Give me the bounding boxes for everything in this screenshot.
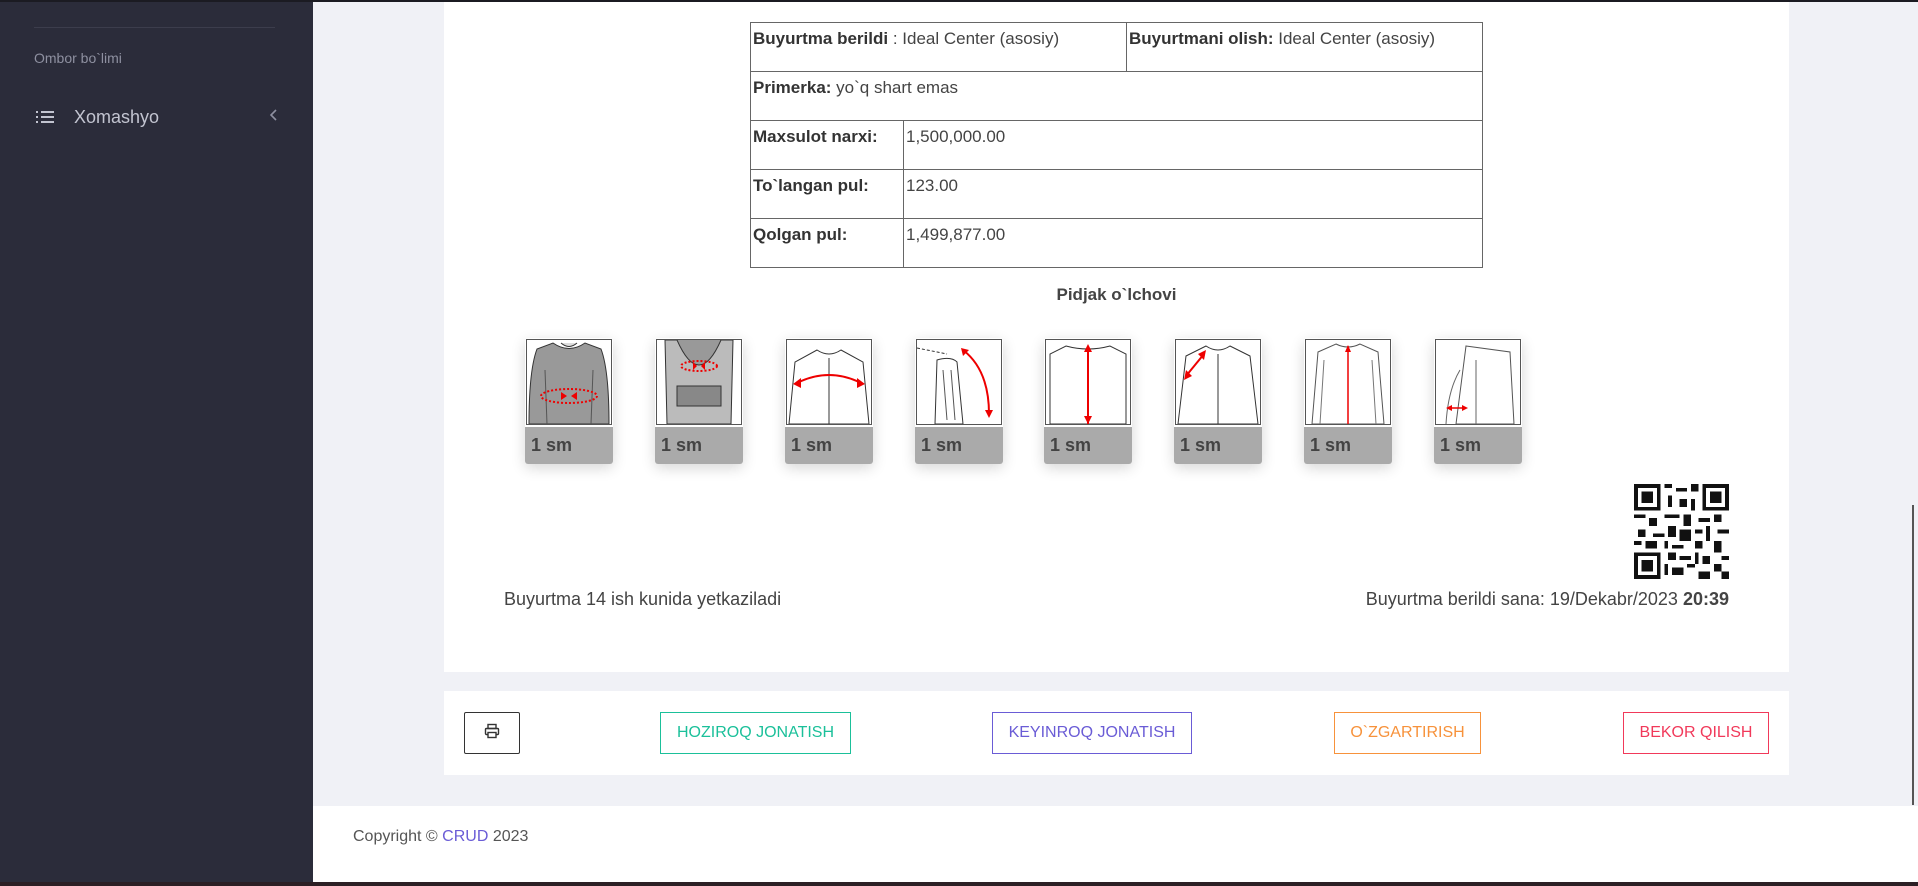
chest-measure-icon xyxy=(526,339,612,425)
price-label: Maxsulot narxi: xyxy=(753,127,878,146)
measurement-card-sleeve-width: 1 sm xyxy=(1434,338,1522,464)
price-label-cell: Maxsulot narxi: xyxy=(750,120,904,170)
order-time: 20:39 xyxy=(1682,589,1729,609)
qr-code-icon xyxy=(1634,484,1729,579)
order-receive-value: Ideal Center (asosiy) xyxy=(1273,29,1436,48)
edit-button[interactable]: O`ZGARTIRISH xyxy=(1334,712,1481,754)
remaining-value: 1,499,877.00 xyxy=(903,218,1483,268)
measurement-card-jacket-length: 1 sm xyxy=(1304,338,1392,464)
order-info-table: Buyurtma berildi : Ideal Center (asosiy)… xyxy=(750,22,1483,268)
order-given-cell: Buyurtma berildi : Ideal Center (asosiy) xyxy=(750,22,1127,72)
table-row: Maxsulot narxi: 1,500,000.00 xyxy=(750,120,1483,170)
price-value: 1,500,000.00 xyxy=(903,120,1483,170)
order-date: Buyurtma berildi sana: 19/Dekabr/2023 20… xyxy=(1366,589,1729,610)
paid-value: 123.00 xyxy=(903,169,1483,219)
sidebar-item-xomashyo[interactable]: Xomashyo xyxy=(28,102,286,132)
order-receive-cell: Buyurtmani olish: Ideal Center (asosiy) xyxy=(1126,22,1483,72)
window-bottom-edge xyxy=(0,882,1918,886)
sidebar-item-label: Xomashyo xyxy=(74,106,160,127)
primerka-label: Primerka: xyxy=(753,78,832,97)
measurement-card-shoulder-width: 1 sm xyxy=(1174,338,1262,464)
send-now-button[interactable]: HOZIROQ JONATISH xyxy=(660,712,851,754)
order-given-value: : Ideal Center (asosiy) xyxy=(888,29,1060,48)
list-icon xyxy=(28,110,72,124)
primerka-value: yo`q shart emas xyxy=(831,78,959,97)
paid-label: To`langan pul: xyxy=(753,176,869,195)
shoulder-measure-icon xyxy=(786,339,872,425)
chevron-left-icon[interactable] xyxy=(269,108,278,126)
order-card: Buyurtma berildi : Ideal Center (asosiy)… xyxy=(444,2,1789,672)
sleeve-width-measure-icon xyxy=(1435,339,1521,425)
measurement-card-sleeve: 1 sm xyxy=(915,338,1003,464)
sidebar-divider xyxy=(34,27,275,28)
measurement-value: 1 sm xyxy=(915,427,1003,464)
table-row: Primerka: yo`q shart emas xyxy=(750,71,1483,121)
footer: Copyright © CRUD 2023 xyxy=(313,806,1918,882)
jacket-length-measure-icon xyxy=(1305,339,1391,425)
back-length-measure-icon xyxy=(1045,339,1131,425)
window-top-edge xyxy=(0,0,1918,2)
copyright-text: Copyright © CRUD 2023 xyxy=(353,828,528,846)
paid-label-cell: To`langan pul: xyxy=(750,169,904,219)
primerka-cell: Primerka: yo`q shart emas xyxy=(750,71,1483,121)
measurements-title: Pidjak o`lchovi xyxy=(1056,285,1177,304)
footer-link-crud[interactable]: CRUD xyxy=(442,828,488,845)
measurement-card-shoulder: 1 sm xyxy=(785,338,873,464)
remaining-label-cell: Qolgan pul: xyxy=(750,218,904,268)
measurement-card-chest: 1 sm xyxy=(525,338,613,464)
table-row: Qolgan pul: 1,499,877.00 xyxy=(750,218,1483,268)
shoulder-width-measure-icon xyxy=(1175,339,1261,425)
measurement-value: 1 sm xyxy=(525,427,613,464)
measurement-value: 1 sm xyxy=(1044,427,1132,464)
copyright-prefix: Copyright © xyxy=(353,828,443,845)
delivery-note: Buyurtma 14 ish kunida yetkaziladi xyxy=(504,589,782,609)
order-given-label: Buyurtma berildi xyxy=(753,29,889,48)
order-receive-label: Buyurtmani olish: xyxy=(1129,29,1274,48)
table-row: Buyurtma berildi : Ideal Center (asosiy)… xyxy=(750,22,1483,72)
print-button[interactable] xyxy=(464,712,520,754)
measurement-value: 1 sm xyxy=(1304,427,1392,464)
measurement-card-back-length: 1 sm xyxy=(1044,338,1132,464)
sidebar: Ombor bo`limi Xomashyo xyxy=(0,0,313,886)
measurement-value: 1 sm xyxy=(785,427,873,464)
send-later-button[interactable]: KEYINROQ JONATISH xyxy=(992,712,1192,754)
scrollbar[interactable] xyxy=(1912,505,1914,805)
measurement-card-waist: 1 sm xyxy=(655,338,743,464)
table-row: To`langan pul: 123.00 xyxy=(750,169,1483,219)
remaining-label: Qolgan pul: xyxy=(753,225,848,244)
printer-icon xyxy=(484,723,500,744)
sidebar-section-label: Ombor bo`limi xyxy=(34,50,122,66)
measurement-value: 1 sm xyxy=(1174,427,1262,464)
order-date-label: Buyurtma berildi sana: 19/Dekabr/2023 xyxy=(1365,589,1683,609)
copyright-year: 2023 xyxy=(488,828,529,845)
action-bar: HOZIROQ JONATISH KEYINROQ JONATISH O`ZGA… xyxy=(444,691,1789,775)
measurement-value: 1 sm xyxy=(1434,427,1522,464)
cancel-button[interactable]: BEKOR QILISH xyxy=(1623,712,1769,754)
sleeve-measure-icon xyxy=(916,339,1002,425)
waist-measure-icon xyxy=(656,339,742,425)
measurement-value: 1 sm xyxy=(655,427,743,464)
